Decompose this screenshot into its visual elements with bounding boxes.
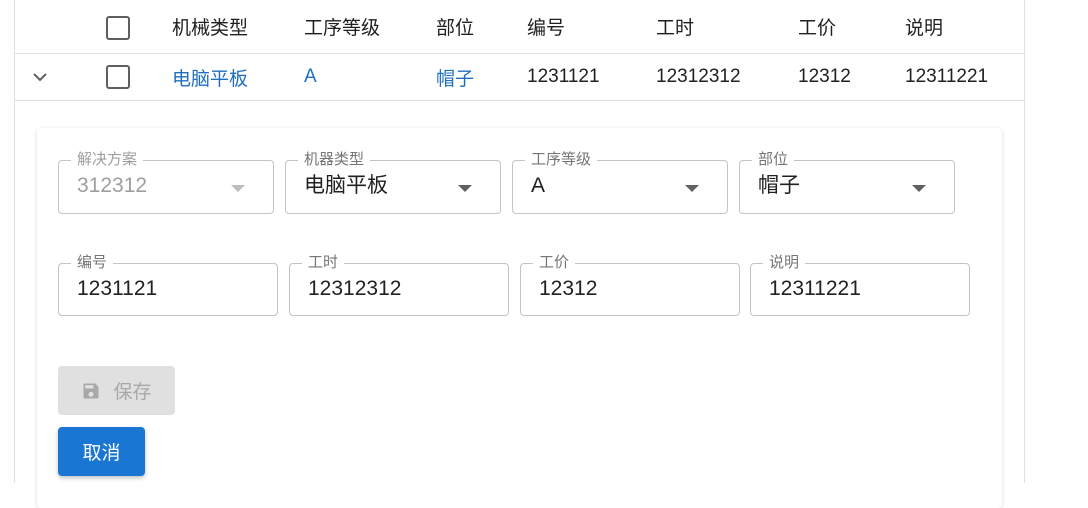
code-field[interactable]: 编号 1231121 <box>58 254 278 316</box>
header-process-level[interactable]: 工序等级 <box>304 0 380 53</box>
floppy-disk-icon <box>81 381 101 401</box>
header-part[interactable]: 部位 <box>436 0 474 53</box>
row-note: 12311221 <box>905 66 989 87</box>
code-label: 编号 <box>71 254 114 272</box>
caret-down-icon[interactable] <box>685 185 699 192</box>
process-level-select[interactable]: 工序等级 A <box>512 151 728 214</box>
header-machine-type[interactable]: 机械类型 <box>172 0 248 53</box>
part-select[interactable]: 部位 帽子 <box>739 151 955 214</box>
part-label: 部位 <box>752 151 795 169</box>
row-checkbox[interactable] <box>106 65 130 89</box>
caret-down-icon[interactable] <box>458 185 472 192</box>
price-field[interactable]: 工价 12312 <box>520 254 740 316</box>
caret-down-icon[interactable] <box>912 185 926 192</box>
row-price: 12312 <box>798 66 851 87</box>
table-header-row: 机械类型 工序等级 部位 编号 工时 工价 说明 <box>15 0 1024 54</box>
note-field[interactable]: 说明 12311221 <box>750 254 970 316</box>
machine-type-select[interactable]: 机器类型 电脑平板 <box>285 151 501 214</box>
code-value[interactable]: 1231121 <box>77 276 157 302</box>
solution-label: 解决方案 <box>71 151 144 169</box>
row-process-level-link[interactable]: A <box>304 54 317 100</box>
table-row[interactable]: 电脑平板 A 帽子 1231121 12312312 12312 1231122… <box>15 54 1024 101</box>
note-label: 说明 <box>763 254 806 272</box>
save-button[interactable]: 保存 <box>58 366 175 415</box>
note-value[interactable]: 12311221 <box>769 276 861 302</box>
part-value: 帽子 <box>758 174 800 197</box>
solution-value: 312312 <box>77 174 148 197</box>
save-button-label: 保存 <box>113 382 152 403</box>
cancel-button-label: 取消 <box>82 443 121 464</box>
header-price[interactable]: 工价 <box>798 0 836 53</box>
machine-type-value: 电脑平板 <box>304 174 388 197</box>
hours-value[interactable]: 12312312 <box>308 276 401 302</box>
row-code: 1231121 <box>527 66 600 87</box>
header-note[interactable]: 说明 <box>905 0 943 53</box>
price-label: 工价 <box>533 254 576 272</box>
machine-type-label: 机器类型 <box>298 151 371 169</box>
caret-down-icon <box>231 185 245 192</box>
cancel-button[interactable]: 取消 <box>58 427 145 476</box>
row-part-link[interactable]: 帽子 <box>436 54 474 100</box>
process-level-value: A <box>531 174 546 197</box>
row-hours: 12312312 <box>656 66 741 87</box>
hours-label: 工时 <box>302 254 345 272</box>
solution-select: 解决方案 312312 <box>58 151 274 214</box>
header-code[interactable]: 编号 <box>527 0 565 53</box>
select-all-checkbox[interactable] <box>106 16 130 40</box>
process-level-label: 工序等级 <box>525 151 598 169</box>
chevron-down-icon[interactable] <box>29 66 51 88</box>
hours-field[interactable]: 工时 12312312 <box>289 254 509 316</box>
row-machine-type-link[interactable]: 电脑平板 <box>172 54 248 100</box>
price-value[interactable]: 12312 <box>539 276 597 302</box>
header-hours[interactable]: 工时 <box>656 0 694 53</box>
